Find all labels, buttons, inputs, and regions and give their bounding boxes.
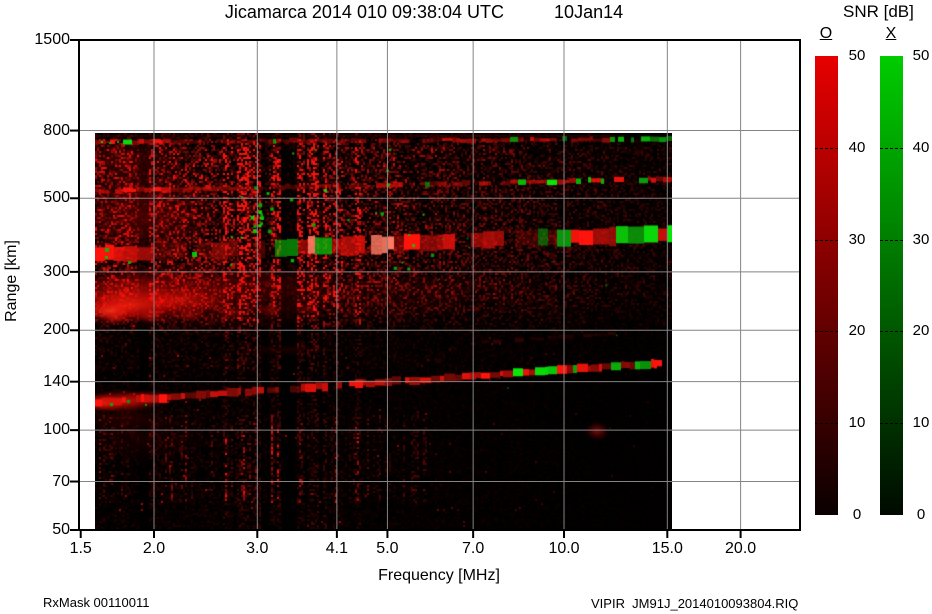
x-tick-label-10.0: 10.0 xyxy=(548,540,580,557)
colorbar-o-tick-40: 40 xyxy=(848,138,866,156)
colorbar-o-tick-0: 0 xyxy=(852,506,862,523)
colorbar-dash-o-10 xyxy=(815,423,838,425)
y-tick-label-50: 50 xyxy=(52,521,70,538)
x-tick-label-2.0: 2.0 xyxy=(142,540,166,557)
y-tick-label-500: 500 xyxy=(43,189,70,207)
source-file-text: VIPIR JM91J_2014010093804.RIQ xyxy=(591,596,799,611)
x-tick-label-7.0: 7.0 xyxy=(462,540,485,557)
colorbar-o-tick-20: 20 xyxy=(848,322,866,340)
colorbar-x-tick-0: 0 xyxy=(916,506,926,523)
ionogram-screen: Jicamarca 2014 010 09:38:04 UTC 10Jan14 … xyxy=(0,0,932,614)
x-tick-label-1.5: 1.5 xyxy=(69,540,92,557)
x-axis-label: Frequency [MHz] xyxy=(378,567,500,584)
colorbar-dash-o-30 xyxy=(815,239,838,241)
y-tick-label-1500: 1500 xyxy=(34,31,70,48)
colorbar-x-tick-20: 20 xyxy=(912,322,930,340)
x-tick-label-3.0: 3.0 xyxy=(246,540,269,557)
colorbar-o-tick-10: 10 xyxy=(848,414,866,432)
plot-title: Jicamarca 2014 010 09:38:04 UTC 10Jan14 xyxy=(224,2,624,22)
y-tick-label-70: 70 xyxy=(52,472,70,490)
x-tick-label-20.0: 20.0 xyxy=(725,540,757,557)
colorbar-dash-x-20 xyxy=(880,331,903,333)
rxmask-text: RxMask 00110011 xyxy=(43,595,150,610)
colorbar-title: SNR [dB] xyxy=(843,2,914,21)
colorbar-o-tick-30: 30 xyxy=(848,230,866,248)
x-tick-label-15.0: 15.0 xyxy=(651,540,683,557)
y-tick-label-300: 300 xyxy=(43,262,70,280)
colorbar-o-tick-50: 50 xyxy=(848,47,866,64)
y-tick-label-140: 140 xyxy=(43,372,70,390)
colorbar-x-tick-40: 40 xyxy=(912,138,930,156)
y-tick-label-800: 800 xyxy=(43,121,70,139)
colorbar-x-label: X xyxy=(885,25,897,42)
colorbar-x-tick-50: 50 xyxy=(912,47,930,64)
y-tick-label-100: 100 xyxy=(43,421,70,439)
x-tick-label-4.1: 4.1 xyxy=(325,540,348,557)
colorbar-dash-x-30 xyxy=(880,239,903,241)
colorbar-x-gradient xyxy=(880,56,903,515)
colorbar-dash-o-40 xyxy=(815,147,838,149)
colorbar-o-gradient xyxy=(815,56,838,515)
colorbar-x-tick-10: 10 xyxy=(912,414,930,432)
x-tick-label-5.0: 5.0 xyxy=(376,540,399,557)
colorbar-dash-x-40 xyxy=(880,147,903,149)
colorbar-dash-o-20 xyxy=(815,331,838,333)
y-tick-label-200: 200 xyxy=(43,321,70,339)
colorbar-o-label: O xyxy=(819,25,833,42)
ionogram-canvas xyxy=(95,133,672,530)
colorbar-dash-x-10 xyxy=(880,423,903,425)
colorbar-x-tick-30: 30 xyxy=(912,230,930,248)
